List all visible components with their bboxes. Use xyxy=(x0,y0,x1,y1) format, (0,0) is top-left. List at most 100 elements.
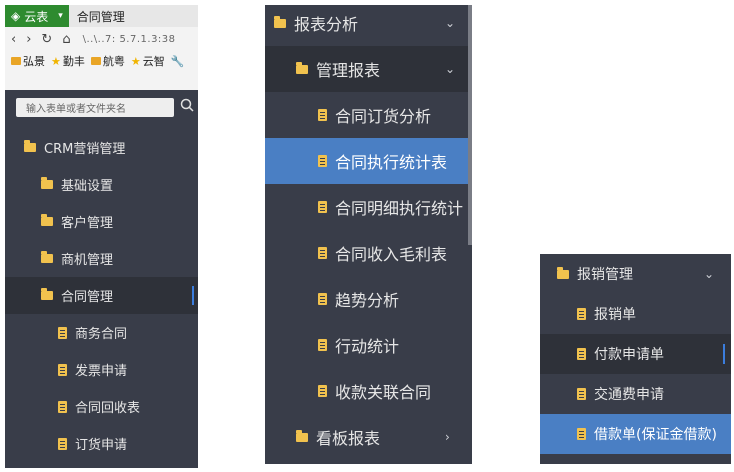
back-icon[interactable]: ‹ xyxy=(11,32,16,47)
tree-item-label: 客户管理 xyxy=(61,216,114,231)
browser-chrome: ◈ 云表 ▾ 合同管理 ‹ › ↻ ⌂ \..\..7: 5.7.1.3:38 … xyxy=(5,5,198,90)
tree-item-root[interactable]: CRM营销管理 xyxy=(5,129,198,166)
tree-item-folder[interactable]: 看板报表 › xyxy=(265,414,472,460)
refresh-icon[interactable]: ↻ xyxy=(41,32,52,47)
address-bar[interactable]: \..\..7: 5.7.1.3:38 xyxy=(83,34,176,45)
browser-navbar: ‹ › ↻ ⌂ \..\..7: 5.7.1.3:38 xyxy=(5,27,198,51)
tree-item-label: 合同执行统计表 xyxy=(335,153,448,172)
bookmark-item[interactable]: 弘景 xyxy=(11,53,45,69)
star-icon: ★ xyxy=(130,54,141,68)
page-tab-title[interactable]: 合同管理 xyxy=(69,8,125,25)
tree-item-folder[interactable]: 客户管理 xyxy=(5,203,198,240)
tree-item-doc[interactable]: 商务合同 xyxy=(5,314,198,351)
document-icon xyxy=(318,109,327,121)
search-icon[interactable] xyxy=(180,98,194,112)
document-icon xyxy=(318,293,327,305)
document-icon xyxy=(318,155,327,167)
tree-item-label: 合同明细执行统计 xyxy=(335,199,464,218)
tree-item-folder-active[interactable]: 合同管理 xyxy=(5,277,198,314)
active-marker xyxy=(192,286,194,305)
document-icon xyxy=(58,363,67,376)
tree-item-doc-selected[interactable]: 合同执行统计表 xyxy=(265,138,472,184)
tree-item-doc[interactable]: 订货申请 xyxy=(5,425,198,462)
tree-item-label: 商务合同 xyxy=(75,327,128,342)
tree-item-doc[interactable]: 合同回收表 xyxy=(5,388,198,425)
report-sidebar-panel: 报表分析 ⌄ 管理报表 ⌄ 合同订货分析 合同执行统计表 合同明细执行统计 合同… xyxy=(265,5,472,464)
tree-item-label: 借款单(保证金借款) xyxy=(594,427,717,443)
tree-item-label: 基础设置 xyxy=(61,179,114,194)
chevron-down-icon[interactable]: ⌄ xyxy=(704,267,714,281)
app-logo-icon: ◈ xyxy=(11,9,21,23)
document-icon xyxy=(577,348,586,360)
tree-item-label: CRM营销管理 xyxy=(44,142,126,157)
folder-open-icon xyxy=(296,61,308,74)
tree-item-folder[interactable]: 报销管理 ⌄ xyxy=(540,254,731,294)
tree-item-doc[interactable]: 合同订货分析 xyxy=(265,92,472,138)
active-marker xyxy=(723,344,725,364)
home-icon[interactable]: ⌂ xyxy=(62,32,70,47)
bookmark-item[interactable]: ★ 云智 xyxy=(131,53,165,69)
folder-icon xyxy=(296,429,308,442)
app-tab[interactable]: ◈ 云表 ▾ xyxy=(5,5,69,27)
folder-icon xyxy=(90,57,101,65)
document-icon xyxy=(58,400,67,413)
wrench-icon[interactable]: 🔧 xyxy=(171,55,185,68)
document-icon xyxy=(577,388,586,400)
search-input[interactable]: 输入表单或者文件夹名 xyxy=(16,98,174,117)
tree-item-doc-active[interactable]: 付款申请单 xyxy=(540,334,731,374)
tree-item-doc[interactable]: 合同明细执行统计 xyxy=(265,184,472,230)
tree-item-folder[interactable]: 报表分析 ⌄ xyxy=(265,5,472,46)
scrollbar[interactable] xyxy=(468,5,472,245)
folder-icon xyxy=(41,214,53,226)
tree-item-label: 报表分析 xyxy=(294,15,359,34)
document-icon xyxy=(577,308,586,320)
tree-item-doc[interactable]: 趋势分析 xyxy=(265,276,472,322)
tree-item-doc[interactable]: 报销单 xyxy=(540,294,731,334)
tree-item-label: 发票申请 xyxy=(75,364,128,379)
tree-item-label: 交通费申请 xyxy=(594,387,664,403)
tree-item-doc[interactable]: 发票申请 xyxy=(5,351,198,388)
tree-item-label: 付款申请单 xyxy=(594,347,664,363)
document-icon xyxy=(318,385,327,397)
expense-sidebar-panel: 报销管理 ⌄ 报销单 付款申请单 交通费申请 借款单(保证金借款) xyxy=(540,254,731,464)
chevron-down-icon[interactable]: ⌄ xyxy=(445,62,455,76)
chevron-down-icon[interactable]: ⌄ xyxy=(445,16,455,30)
folder-open-icon xyxy=(41,288,53,300)
tree-item-folder-active[interactable]: 管理报表 ⌄ xyxy=(265,46,472,92)
tree-item-doc[interactable]: 合同收入毛利表 xyxy=(265,230,472,276)
tree-item-label: 行动统计 xyxy=(335,337,400,356)
bookmark-item[interactable]: 航粤 xyxy=(90,53,125,69)
browser-tabbar: ◈ 云表 ▾ 合同管理 xyxy=(5,5,198,27)
chevron-right-icon[interactable]: › xyxy=(445,430,450,444)
folder-icon xyxy=(11,57,21,65)
bookmarks-bar: 弘景 ★ 勤丰 航粤 ★ 云智 🔧 xyxy=(5,51,198,71)
star-icon: ★ xyxy=(51,54,61,68)
tree-item-label: 合同管理 xyxy=(61,290,114,305)
bookmark-item[interactable]: ★ 勤丰 xyxy=(51,53,85,69)
folder-open-icon xyxy=(274,15,286,28)
tree-item-folder[interactable]: 基础设置 xyxy=(5,166,198,203)
folder-icon xyxy=(41,177,53,189)
document-icon xyxy=(318,247,327,259)
forward-icon[interactable]: › xyxy=(26,32,31,47)
bookmark-label: 勤丰 xyxy=(62,55,85,68)
tree-item-doc-selected[interactable]: 借款单(保证金借款) xyxy=(540,414,731,454)
tree-item-label: 报销单 xyxy=(594,307,636,323)
tree-item-label: 收款关联合同 xyxy=(335,383,432,402)
document-icon xyxy=(318,339,327,351)
tree-item-folder[interactable]: 商机管理 xyxy=(5,240,198,277)
tree-item-label: 订货申请 xyxy=(75,438,128,453)
tree-item-label: 管理报表 xyxy=(316,61,381,80)
folder-icon xyxy=(41,251,53,263)
tree-item-label: 合同回收表 xyxy=(75,401,141,416)
tree-item-doc[interactable]: 交通费申请 xyxy=(540,374,731,414)
tree-item-label: 商机管理 xyxy=(61,253,114,268)
tree-item-doc[interactable]: 收款关联合同 xyxy=(265,368,472,414)
tree-item-doc[interactable]: 行动统计 xyxy=(265,322,472,368)
tab-dropdown-icon[interactable]: ▾ xyxy=(58,11,63,21)
document-icon xyxy=(318,201,327,213)
tree-item-label: 报销管理 xyxy=(577,267,633,283)
folder-open-icon xyxy=(24,140,36,152)
document-icon xyxy=(577,428,586,440)
bookmark-label: 航粤 xyxy=(102,55,125,68)
